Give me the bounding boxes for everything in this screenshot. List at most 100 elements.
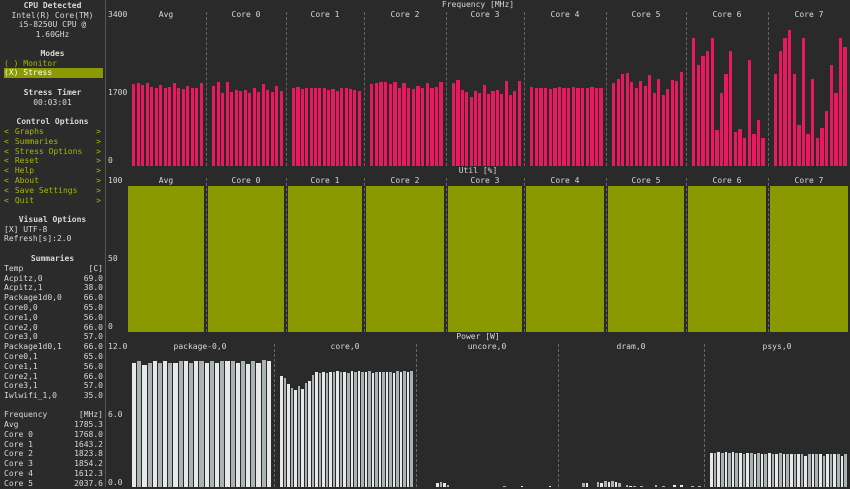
frequency-bar [539, 88, 543, 166]
util-col-5: Core 4 [550, 176, 580, 185]
power-bar [710, 453, 713, 487]
power-bar [347, 373, 350, 487]
freq-core-name: Core 0 [4, 429, 33, 439]
power-bar [607, 482, 611, 487]
power-bar [603, 480, 607, 487]
power-bar [230, 361, 235, 487]
frequency-bar [495, 90, 499, 166]
util-col-8: Core 7 [794, 176, 824, 185]
freq-core-value: 1854.2 [74, 459, 103, 469]
util-divider [286, 178, 287, 332]
power-bar [336, 371, 339, 487]
frequency-bar [402, 83, 406, 166]
control-option-reset[interactable]: < Reset > [4, 156, 101, 166]
util-panel-title: Util [%] [458, 166, 498, 175]
power-bar [178, 361, 183, 487]
frequency-bar [234, 90, 238, 166]
frequency-bar [159, 85, 163, 166]
freq-col-0: Avg [158, 10, 174, 19]
frequency-bar [508, 95, 513, 166]
control-option-save-settings[interactable]: < Save Settings > [4, 186, 101, 196]
frequency-bar [621, 74, 625, 166]
frequency-bar [478, 92, 482, 166]
frequency-bar [705, 51, 710, 166]
utilization-block [208, 186, 284, 332]
freq-core-name: Core 1 [4, 439, 33, 449]
frequency-bar [590, 87, 594, 166]
control-option-label: Summaries [14, 136, 59, 146]
frequency-bar [815, 138, 820, 166]
freq-divider [446, 12, 447, 166]
power-bar [297, 385, 301, 487]
power-bar [315, 372, 318, 487]
power-bar [189, 362, 194, 487]
frequency-bar [616, 78, 620, 166]
control-option-summaries[interactable]: < Summaries > [4, 137, 101, 147]
power-bar [225, 361, 230, 487]
freq-scale-max: 3400 [108, 10, 128, 19]
frequency-bar [460, 89, 464, 166]
control-option-about[interactable]: < About > [4, 176, 101, 186]
control-option-graphs[interactable]: < Graphs > [4, 127, 101, 137]
frequency-bar [648, 75, 652, 166]
power-bar [786, 454, 789, 487]
control-option-help[interactable]: < Help > [4, 166, 101, 176]
cpu-model: i5-8250U CPU @ [18, 20, 87, 29]
frequency-bar [630, 82, 634, 166]
temp-row: Core1,1 56.0 [4, 362, 103, 372]
frequency-bar [585, 88, 589, 166]
freq-core-value: 1785.3 [74, 420, 103, 429]
power-scale-max: 12.0 [108, 342, 128, 351]
frequency-bar [580, 87, 585, 166]
power-col-2: uncore,0 [467, 342, 507, 351]
power-bar [739, 453, 742, 487]
freq-col-1: Core 0 [231, 10, 261, 19]
power-bar [771, 454, 775, 487]
utilization-block [366, 186, 444, 332]
power-bar [332, 372, 336, 487]
freq-divider [768, 12, 769, 166]
utilization-block [448, 186, 522, 332]
frequency-bar [482, 84, 486, 166]
utilization-block [688, 186, 766, 332]
refresh-field[interactable]: Refresh[s]:2.0 [4, 234, 109, 244]
power-bar [214, 362, 220, 487]
power-bar [240, 361, 246, 487]
power-bar [760, 454, 764, 487]
frequency-bar [465, 91, 469, 166]
power-bar [280, 375, 283, 487]
frequency-bar [335, 90, 339, 166]
power-bar [318, 373, 322, 487]
temp-sensor-name: Iwlwifi_1,0 [4, 391, 57, 401]
temp-row: Package1d0,1 66.0 [4, 342, 103, 352]
freq-core-name: Core 2 [4, 449, 33, 459]
frequency-bar [407, 88, 411, 166]
utilization-block [128, 186, 204, 332]
control-option-label: Graphs [14, 127, 44, 136]
frequency-bar [230, 91, 234, 166]
power-col-0: package-0,0 [173, 342, 227, 351]
frequency-bar [469, 97, 473, 166]
control-option-label: About [14, 176, 39, 185]
power-panel-title: Power [W] [456, 332, 500, 341]
control-option-quit[interactable]: < Quit > [4, 196, 101, 206]
util-col-1: Core 0 [231, 176, 261, 185]
freq-col-8: Core 7 [794, 10, 824, 19]
power-bar [368, 371, 371, 487]
frequency-bar [473, 91, 478, 166]
temp-sensor-name: Core1,0 [4, 312, 38, 322]
temp-sensor-name: Core3,1 [4, 381, 38, 391]
util-col-4: Core 3 [470, 176, 500, 185]
frequency-bar [292, 88, 296, 166]
power-bar [749, 453, 753, 487]
frequency-bar [177, 88, 181, 166]
power-bar [840, 455, 844, 487]
frequency-bar [270, 91, 274, 166]
power-bar [246, 363, 251, 487]
power-bar [804, 455, 808, 487]
frequency-bar [393, 81, 397, 166]
power-bar [137, 361, 142, 487]
mode-stress-radio[interactable]: (X) Stress [4, 68, 103, 78]
control-option-stress-options[interactable]: < Stress Options > [4, 147, 101, 157]
frequency-bar [571, 87, 576, 166]
